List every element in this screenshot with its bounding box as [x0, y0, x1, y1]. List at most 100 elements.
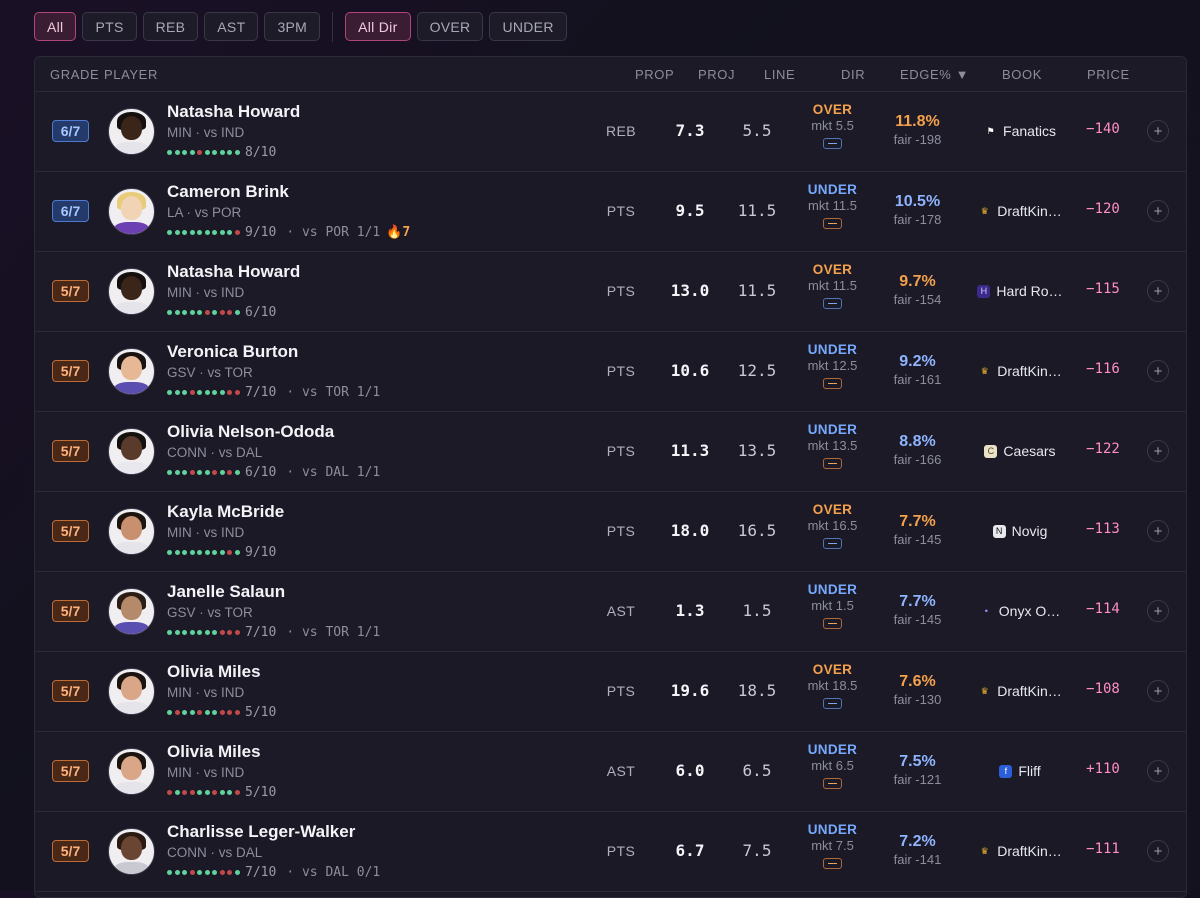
player-name[interactable]: Cameron Brink [167, 182, 289, 202]
hit-dot [204, 709, 210, 715]
team-matchup: CONN · vs DAL [167, 445, 263, 460]
player-name[interactable]: Olivia Nelson-Ododa [167, 422, 334, 442]
market-line: mkt 11.5 [808, 278, 857, 293]
price: −111 [1086, 841, 1120, 857]
player-name[interactable]: Veronica Burton [167, 342, 298, 362]
miss-dot [182, 789, 187, 795]
table-row[interactable]: 6/7 Cameron Brink LA · vs POR 9/10 · vs POR … [35, 172, 1186, 252]
miss-dot [189, 869, 195, 875]
hit-rate: 5/10 [245, 784, 277, 800]
sportsbook[interactable]: f Fliff [970, 762, 1070, 780]
hit-dot [167, 309, 172, 315]
draftkings-icon: ♛ [980, 685, 989, 696]
sportsbook[interactable]: ⚑ Fanatics [970, 122, 1070, 140]
add-to-slip-button[interactable]: + [1147, 680, 1169, 702]
filter-3pm[interactable]: 3PM [264, 12, 321, 41]
sportsbook[interactable]: ♛ DraftKin… [970, 682, 1070, 700]
player-name[interactable]: Olivia Miles [167, 662, 261, 682]
table-row[interactable]: 5/7 Olivia Miles MIN · vs IND 5/10 AST 6.0 6.5… [35, 732, 1186, 812]
header-dir[interactable]: DIR [841, 67, 865, 82]
filter-all[interactable]: All [34, 12, 77, 41]
add-to-slip-button[interactable]: + [1147, 360, 1169, 382]
header-line[interactable]: LINE [764, 67, 795, 82]
table-row[interactable]: 6/7 Natasha Howard MIN · vs IND 8/10 REB 7.3 5… [35, 92, 1186, 172]
add-to-slip-button[interactable]: + [1147, 280, 1169, 302]
flip-direction-toggle[interactable] [823, 138, 842, 149]
filter-all-dir[interactable]: All Dir [345, 12, 411, 41]
flip-direction-toggle[interactable] [823, 458, 842, 469]
sportsbook[interactable]: N Novig [970, 522, 1070, 540]
filter-reb[interactable]: REB [142, 12, 199, 41]
filter-pts[interactable]: PTS [82, 12, 137, 41]
avatar [108, 668, 155, 715]
hit-dot [234, 149, 240, 155]
flip-direction-toggle[interactable] [823, 858, 842, 869]
hit-rate: 5/10 [245, 704, 277, 720]
hit-history: 5/10 [167, 784, 277, 800]
projection: 9.5 [675, 201, 705, 220]
flip-direction-toggle[interactable] [823, 218, 842, 229]
prop-type: PTS [606, 363, 636, 379]
flip-direction-toggle[interactable] [823, 698, 842, 709]
flip-direction-toggle[interactable] [823, 618, 842, 629]
hit-dot [174, 309, 180, 315]
sportsbook[interactable]: ♛ DraftKin… [970, 362, 1070, 380]
header-player[interactable]: PLAYER [104, 67, 158, 82]
sportsbook[interactable]: ♛ DraftKin… [970, 202, 1070, 220]
hit-rate: 7/10 [245, 864, 277, 880]
sportsbook[interactable]: • Onyx O… [970, 602, 1070, 620]
add-to-slip-button[interactable]: + [1147, 200, 1169, 222]
player-name[interactable]: Charlisse Leger-Walker [167, 822, 355, 842]
prop-line: 12.5 [737, 361, 777, 380]
flip-direction-toggle[interactable] [823, 378, 842, 389]
player-name[interactable]: Olivia Miles [167, 742, 261, 762]
header-price[interactable]: PRICE [1087, 67, 1130, 82]
flip-direction-toggle[interactable] [823, 538, 842, 549]
add-to-slip-button[interactable]: + [1147, 760, 1169, 782]
player-name[interactable]: Natasha Howard [167, 262, 300, 282]
table-row[interactable]: 5/7 Veronica Burton GSV · vs TOR 7/10 · vs T… [35, 332, 1186, 412]
add-to-slip-button[interactable]: + [1147, 440, 1169, 462]
flip-direction-toggle[interactable] [823, 778, 842, 789]
table-row[interactable]: 5/7 Olivia Miles MIN · vs IND 5/10 PTS 19.6 18… [35, 652, 1186, 732]
hit-dot [204, 629, 210, 635]
head-to-head: · vs DAL 0/1 [286, 864, 381, 880]
add-to-slip-button[interactable]: + [1147, 520, 1169, 542]
header-proj[interactable]: PROJ [698, 67, 735, 82]
sportsbook[interactable]: ♛ DraftKin… [970, 842, 1070, 860]
market-line: mkt 18.5 [807, 678, 858, 693]
direction-cell: OVER mkt 5.5 [795, 102, 870, 149]
table-row[interactable]: 5/7 Olivia Nelson-Ododa CONN · vs DAL 6/10 ·… [35, 412, 1186, 492]
add-to-slip-button[interactable]: + [1147, 600, 1169, 622]
hit-dot [212, 709, 217, 715]
header-prop[interactable]: PROP [635, 67, 674, 82]
market-line: mkt 7.5 [811, 838, 854, 853]
player-name[interactable]: Natasha Howard [167, 102, 300, 122]
projection: 6.0 [675, 761, 705, 780]
sportsbook[interactable]: C Caesars [970, 442, 1070, 460]
filter-over[interactable]: OVER [416, 12, 484, 41]
sportsbook[interactable]: H Hard Ro… [970, 282, 1070, 300]
edge-percent: 9.7% [899, 273, 936, 290]
hit-rate: 9/10 [245, 544, 277, 560]
table-row[interactable]: 5/7 Natasha Howard MIN · vs IND 6/10 PTS 13.0… [35, 252, 1186, 332]
player-name[interactable]: Kayla McBride [167, 502, 284, 522]
hit-dot [234, 549, 240, 555]
table-row[interactable]: 5/7 Kayla McBride MIN · vs IND 9/10 PTS 18.0 1… [35, 492, 1186, 572]
table-row[interactable]: 5/7 Charlisse Leger-Walker CONN · vs DAL 7/… [35, 812, 1186, 892]
add-to-slip-button[interactable]: + [1147, 840, 1169, 862]
header-edge[interactable]: EDGE% ▼ [900, 67, 969, 82]
prop-type: AST [606, 603, 636, 619]
prop-line: 7.5 [742, 841, 772, 860]
table-row[interactable]: 5/7 Janelle Salaun GSV · vs TOR 7/10 · vs TO… [35, 572, 1186, 652]
header-grade[interactable]: GRADE [50, 67, 99, 82]
flip-direction-toggle[interactable] [823, 298, 842, 309]
header-book[interactable]: BOOK [1002, 67, 1042, 82]
filter-ast[interactable]: AST [204, 12, 259, 41]
player-name[interactable]: Janelle Salaun [167, 582, 285, 602]
sportsbook-name: DraftKin… [997, 683, 1062, 699]
filter-under[interactable]: UNDER [489, 12, 567, 41]
add-to-slip-button[interactable]: + [1147, 120, 1169, 142]
hit-dot [212, 229, 217, 235]
head-to-head: · vs DAL 1/1 [286, 464, 381, 480]
